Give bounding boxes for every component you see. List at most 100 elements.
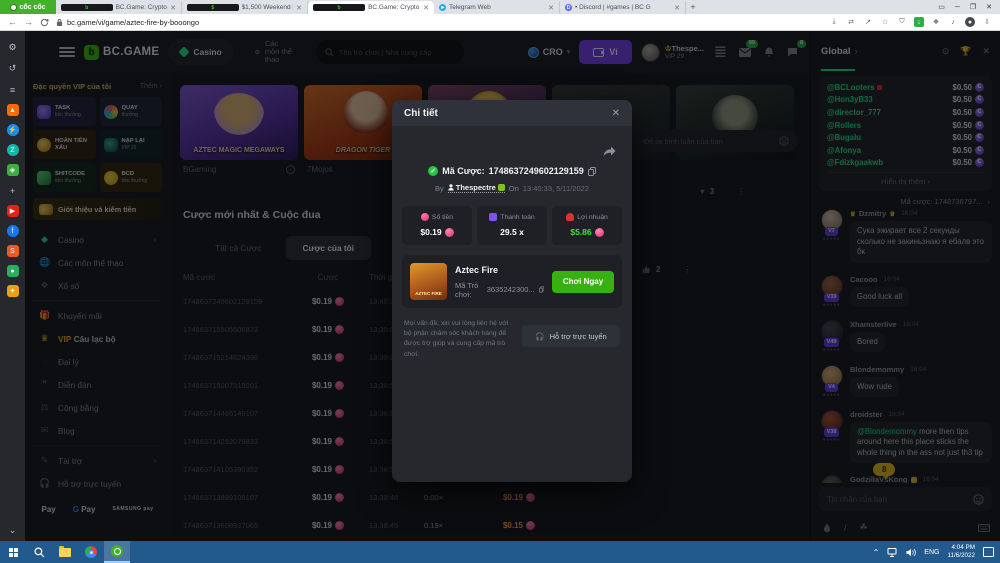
stat-profit: Lợi nhuận $5.86 (552, 206, 622, 245)
coin-icon (595, 228, 604, 237)
taskbar-search-button[interactable] (26, 541, 52, 563)
shortcut-green-icon[interactable]: ● (7, 265, 19, 277)
modal-game-card: AZTEC FIRE Aztec Fire Mã Trò chơi:363524… (402, 255, 622, 308)
save-page-icon[interactable]: ⤓ (829, 17, 839, 27)
profile-avatar-icon[interactable]: ● (965, 17, 975, 27)
search-icon (34, 547, 45, 558)
download-manager-icon[interactable]: ↓ (914, 17, 924, 27)
shield-icon[interactable]: ⛉ (897, 17, 907, 27)
bet-id-row: ✓ Mã Cược: 1748637249602129159 (392, 166, 632, 176)
forward-button[interactable]: → (24, 17, 33, 27)
game-id-value: 3635242300... (487, 285, 535, 294)
restore-button[interactable]: ❐ (970, 3, 976, 11)
discord-favicon: D (565, 4, 572, 11)
messenger-icon[interactable]: ⚡ (7, 124, 19, 136)
bet-author-link[interactable]: Thespectre (448, 183, 505, 193)
hidden-icons-chevron[interactable]: ⌃ (873, 548, 880, 557)
add-shortcut-icon[interactable]: + (6, 184, 19, 197)
translate-icon[interactable]: ⇄ (846, 17, 856, 27)
action-center-icon[interactable] (983, 547, 994, 557)
new-tab-button[interactable]: + (686, 2, 700, 14)
share-icon[interactable] (603, 146, 616, 157)
minimize-button[interactable]: ─ (955, 4, 960, 11)
modal-note-row: Mọi vấn đề, xin vui lòng liên hệ với bộ … (404, 319, 620, 360)
network-icon[interactable] (887, 548, 898, 557)
windows-logo-icon (9, 548, 18, 557)
system-tray: ⌃ ENG 4:04 PM11/6/2022 (873, 544, 1000, 560)
tab-telegram[interactable]: ➤Telegram Web✕ (434, 1, 560, 14)
headset-icon: 🎧 (535, 332, 544, 341)
modal-close-icon[interactable]: ✕ (612, 108, 620, 119)
collapse-strip-icon[interactable]: ⌄ (6, 524, 19, 537)
shopee-icon[interactable]: S (7, 245, 19, 257)
extension-puzzle-icon[interactable]: ❖ (931, 17, 941, 27)
play-now-button[interactable]: Chơi Ngay (552, 271, 614, 293)
tab-bcgame-1[interactable]: bBC.Game: Crypto Casino Gam✕ (56, 1, 182, 14)
tab-title: BC.Game: Crypto Casino Gam (116, 4, 168, 11)
settings-gear-icon[interactable]: ⚙ (6, 41, 19, 54)
bet-details-modal: Chi tiết ✕ ✓ Mã Cược: 174863724960212915… (392, 100, 632, 482)
tab-bcgame-active[interactable]: bBC.Game: Crypto Casino Gam✕ (308, 1, 434, 14)
person-icon (448, 184, 454, 191)
clock[interactable]: 4:04 PM11/6/2022 (947, 544, 975, 560)
tab-close-icon[interactable]: ✕ (296, 4, 302, 12)
tab-search-icon[interactable]: ▭ (938, 3, 945, 11)
start-button[interactable] (0, 541, 26, 563)
language-indicator[interactable]: ENG (924, 549, 939, 556)
stat-payout: Thanh toán 29.5 x (477, 206, 547, 245)
tab-title: Telegram Web (449, 4, 545, 11)
browser-tab-strip: cốc cốc bBC.Game: Crypto Casino Gam✕ $$1… (0, 0, 1000, 14)
coccoc-brand-logo[interactable]: cốc cốc (0, 0, 56, 14)
url-bar[interactable]: bc.game/vi/game/aztec-fire-by-booongo (56, 18, 822, 27)
profit-icon (566, 213, 574, 221)
live-support-button[interactable]: 🎧Hỗ trợ trực tuyến (522, 325, 620, 347)
tab-booongo[interactable]: $$1,500 Weekend Booongo M✕ (182, 1, 308, 14)
share-ext-icon[interactable]: ↗ (863, 17, 873, 27)
bet-id-label: Mã Cược: (442, 166, 484, 176)
tab-close-icon[interactable]: ✕ (548, 4, 554, 12)
copy-icon[interactable] (539, 285, 544, 294)
folder-icon (59, 548, 71, 557)
game-thumbnail[interactable]: AZTEC FIRE (410, 263, 447, 300)
payout-icon (489, 213, 497, 221)
volume-icon[interactable] (906, 548, 916, 557)
screen: cốc cốc bBC.Game: Crypto Casino Gam✕ $$1… (0, 0, 1000, 563)
tab-title: • Discord | #games | BC G (575, 4, 671, 11)
verified-badge-icon: ✓ (428, 166, 438, 176)
file-explorer-button[interactable] (52, 541, 78, 563)
extensions-row: ⤓ ⇄ ↗ ☆ ⛉ ↓ ❖ ♪ ● ⇩ (829, 17, 992, 27)
bookmark-star-icon[interactable]: ☆ (880, 17, 890, 27)
chrome-button[interactable] (78, 541, 104, 563)
on-label: On (509, 184, 519, 193)
modal-title: Chi tiết (404, 108, 438, 119)
shortcut-lamp-icon[interactable]: ✦ (7, 285, 19, 297)
windows-taskbar: ⌃ ENG 4:04 PM11/6/2022 (0, 541, 1000, 563)
hot-trends-icon[interactable]: ▲ (7, 104, 19, 116)
tab-close-icon[interactable]: ✕ (170, 4, 176, 12)
bcgame-favicon: b (61, 4, 113, 11)
game-title: Aztec Fire (455, 265, 544, 275)
tab-discord[interactable]: D• Discord | #games | BC G✕ (560, 1, 686, 14)
youtube-icon[interactable]: ▶ (7, 205, 19, 217)
reload-icon[interactable] (40, 18, 49, 27)
games-icon[interactable]: ◈ (7, 164, 19, 176)
browser-toolbar: ← → bc.game/vi/game/aztec-fire-by-booong… (0, 14, 1000, 31)
coccoc-side-strip: ⚙ ↺ ≡ ▲ ⚡ Z ◈ + ▶ f S ● ✦ ⌄ (0, 31, 25, 541)
coin-icon (445, 228, 454, 237)
media-icon[interactable]: ♪ (948, 17, 958, 27)
downloads-tray-icon[interactable]: ⇩ (982, 17, 992, 27)
back-button[interactable]: ← (8, 17, 17, 27)
copy-icon[interactable] (588, 167, 596, 176)
history-icon[interactable]: ↺ (6, 62, 19, 75)
zalo-icon[interactable]: Z (7, 144, 19, 156)
coccoc-button[interactable] (104, 541, 130, 563)
tab-close-icon[interactable]: ✕ (674, 4, 680, 12)
tab-close-icon[interactable]: ✕ (423, 4, 429, 12)
chrome-icon (85, 546, 97, 558)
coccoc-icon (111, 545, 123, 557)
booongo-favicon: $ (187, 4, 239, 11)
facebook-icon[interactable]: f (7, 225, 19, 237)
close-button[interactable]: ✕ (986, 3, 992, 11)
coccoc-brand-label: cốc cốc (19, 4, 45, 11)
reading-list-icon[interactable]: ≡ (6, 83, 19, 96)
